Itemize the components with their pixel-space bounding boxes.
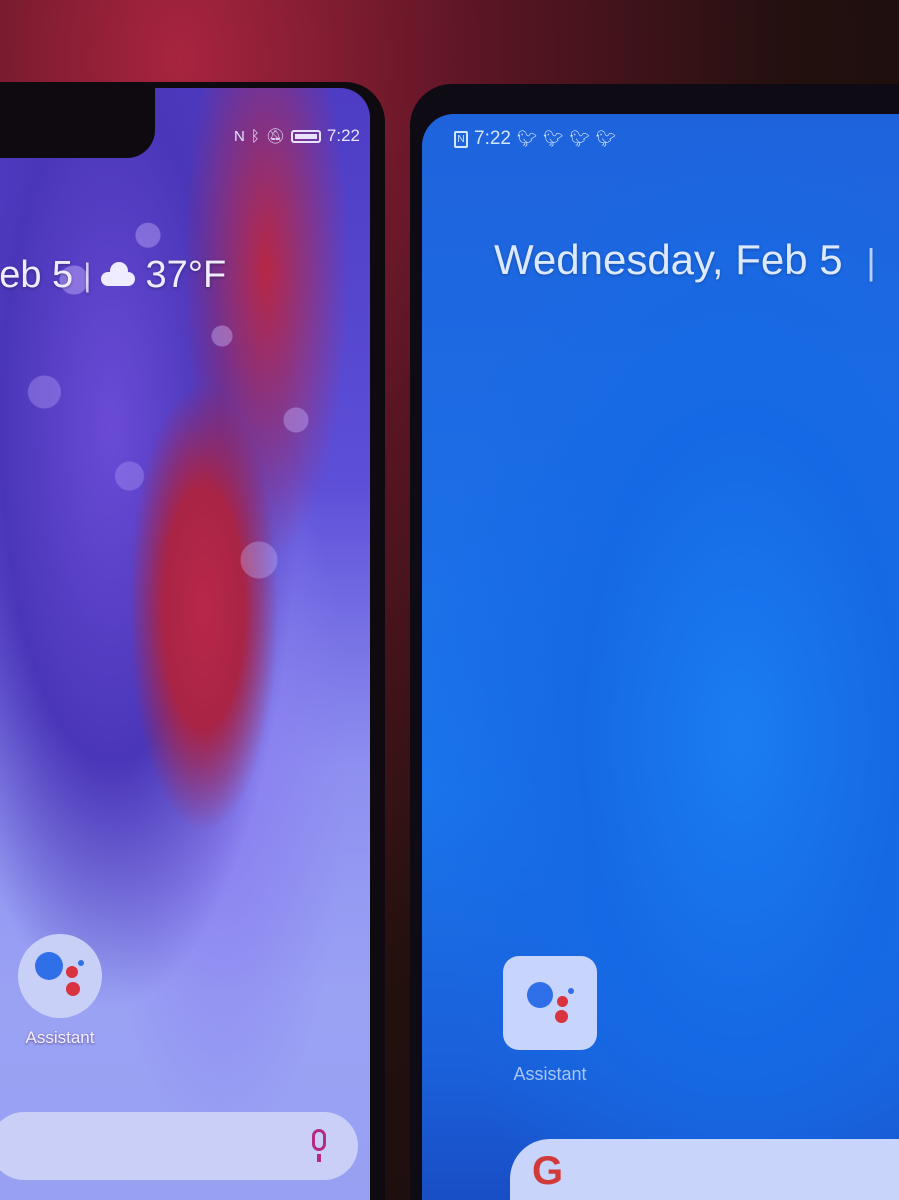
assistant-dot-red: [557, 996, 568, 1007]
google-assistant-icon[interactable]: [503, 956, 597, 1050]
google-search-bar[interactable]: [0, 1112, 358, 1180]
glance-temperature[interactable]: 37°F: [145, 254, 226, 297]
google-search-bar[interactable]: G: [510, 1139, 899, 1200]
right-phone-screen: N 7:22 🐦︎ 🐦︎ 🐦︎ 🐦︎ Wednesday, Feb 5 | As: [422, 114, 899, 1200]
google-g-icon[interactable]: G: [532, 1149, 563, 1194]
left-phone-screen: N ᛒ 🔕︎ 7:22 Feb 5 | 37°F Assistan: [0, 88, 370, 1200]
left-status-time: 7:22: [326, 126, 360, 145]
battery-icon: [290, 129, 321, 143]
assistant-dot-blue: [35, 952, 63, 980]
right-status-bar: N 7:22 🐦︎ 🐦︎ 🐦︎ 🐦︎: [454, 128, 616, 150]
twitter-icon: 🐦︎: [569, 131, 590, 148]
twitter-icon: 🐦︎: [595, 131, 617, 148]
assistant-dot-small: [78, 960, 84, 966]
silent-bell-icon: 🔕︎: [265, 127, 285, 145]
assistant-dot-red-2: [555, 1010, 568, 1023]
cloud-icon: [101, 261, 136, 286]
wallpaper-flowers: [0, 168, 370, 728]
right-status-time: 7:22: [474, 128, 511, 149]
glance-separator: |: [866, 241, 876, 282]
left-phone: N ᛒ 🔕︎ 7:22 Feb 5 | 37°F Assistan: [0, 82, 385, 1200]
app-icon-assistant[interactable]: Assistant: [500, 956, 600, 1085]
photo-scene: N ᛒ 🔕︎ 7:22 Feb 5 | 37°F Assistan: [0, 0, 899, 1200]
nfc-icon: N: [234, 127, 245, 145]
at-a-glance-widget[interactable]: Feb 5 | 37°F: [0, 254, 226, 297]
assistant-dot-red-2: [66, 982, 80, 996]
assistant-dot-small: [568, 988, 574, 994]
twitter-icon: 🐦︎: [543, 131, 564, 148]
bluetooth-icon: ᛒ: [250, 127, 260, 145]
google-assistant-icon[interactable]: [18, 934, 102, 1018]
assistant-dot-red: [66, 966, 78, 978]
display-notch: [0, 88, 155, 158]
mic-icon[interactable]: [312, 1129, 326, 1162]
app-label: Assistant: [513, 1064, 587, 1084]
nfc-icon: N: [454, 130, 468, 148]
twitter-icon: 🐦︎: [516, 131, 538, 148]
glance-date[interactable]: Wednesday, Feb 5: [494, 236, 843, 283]
assistant-dot-blue: [527, 982, 553, 1008]
app-label: Assistant: [25, 1028, 95, 1047]
glance-separator: |: [83, 257, 92, 293]
glance-date[interactable]: Feb 5: [0, 254, 73, 297]
at-a-glance-widget[interactable]: Wednesday, Feb 5 |: [494, 236, 876, 284]
right-phone: N 7:22 🐦︎ 🐦︎ 🐦︎ 🐦︎ Wednesday, Feb 5 | As: [410, 84, 899, 1200]
left-status-bar: N ᛒ 🔕︎ 7:22: [234, 126, 360, 146]
app-icon-assistant[interactable]: Assistant: [18, 934, 102, 1048]
